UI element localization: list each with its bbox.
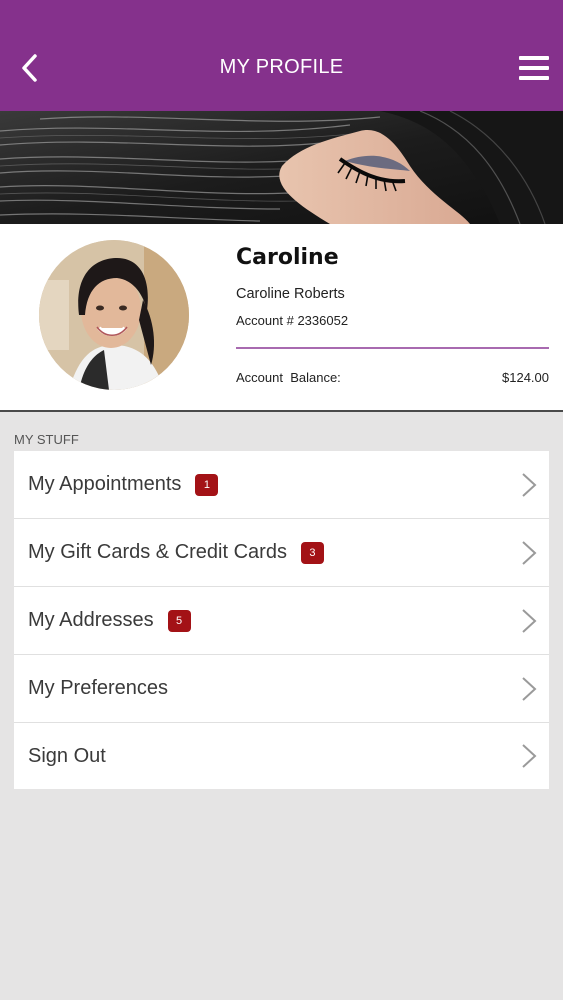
- profile-divider: [236, 347, 549, 349]
- avatar[interactable]: [39, 240, 189, 390]
- profile-card: Caroline Caroline Roberts Account # 2336…: [0, 224, 563, 412]
- chevron-right-icon: [522, 676, 537, 701]
- account-number-row: Account # 2336052: [236, 313, 348, 328]
- count-badge: 1: [195, 473, 219, 496]
- section-heading-my-stuff: MY STUFF: [14, 432, 79, 447]
- count-badge: 3: [300, 541, 324, 564]
- list-item-preferences[interactable]: My Preferences: [14, 655, 549, 723]
- profile-full-name: Caroline Roberts: [236, 286, 345, 302]
- my-stuff-list: My Appointments 1 My Gift Cards & Credit…: [14, 451, 549, 789]
- hamburger-menu-icon: [519, 56, 549, 60]
- profile-screen: MY PROFILE Caroline Caroline Roberts Acc…: [0, 0, 563, 1000]
- list-item-gift-cards[interactable]: My Gift Cards & Credit Cards 3: [14, 519, 549, 587]
- chevron-right-icon: [522, 540, 537, 565]
- menu-button[interactable]: [519, 53, 549, 83]
- list-item-label: My Preferences: [28, 677, 169, 699]
- balance-label: Account Balance:: [236, 370, 341, 385]
- chevron-right-icon: [522, 608, 537, 633]
- account-number: # 2336052: [286, 313, 349, 328]
- top-bar: MY PROFILE: [0, 0, 563, 111]
- banner-hair-photo: [0, 111, 563, 224]
- list-item-label: Sign Out: [28, 744, 106, 767]
- avatar-photo: [39, 240, 189, 390]
- list-item-addresses[interactable]: My Addresses 5: [14, 587, 549, 655]
- list-item-label: My Gift Cards & Credit Cards: [28, 541, 287, 563]
- list-item-sign-out[interactable]: Sign Out: [14, 723, 549, 789]
- balance-value: $124.00: [502, 370, 549, 385]
- chevron-right-icon: [522, 472, 537, 497]
- chevron-right-icon: [522, 744, 537, 768]
- account-label: Account: [236, 313, 283, 328]
- hero-banner-image: [0, 111, 563, 224]
- list-item-label: My Appointments: [28, 473, 182, 495]
- page-title: MY PROFILE: [219, 56, 344, 78]
- list-item-label: My Addresses: [28, 609, 154, 631]
- profile-first-name: Caroline: [236, 245, 339, 270]
- count-badge: 5: [167, 609, 191, 632]
- list-item-appointments[interactable]: My Appointments 1: [14, 451, 549, 519]
